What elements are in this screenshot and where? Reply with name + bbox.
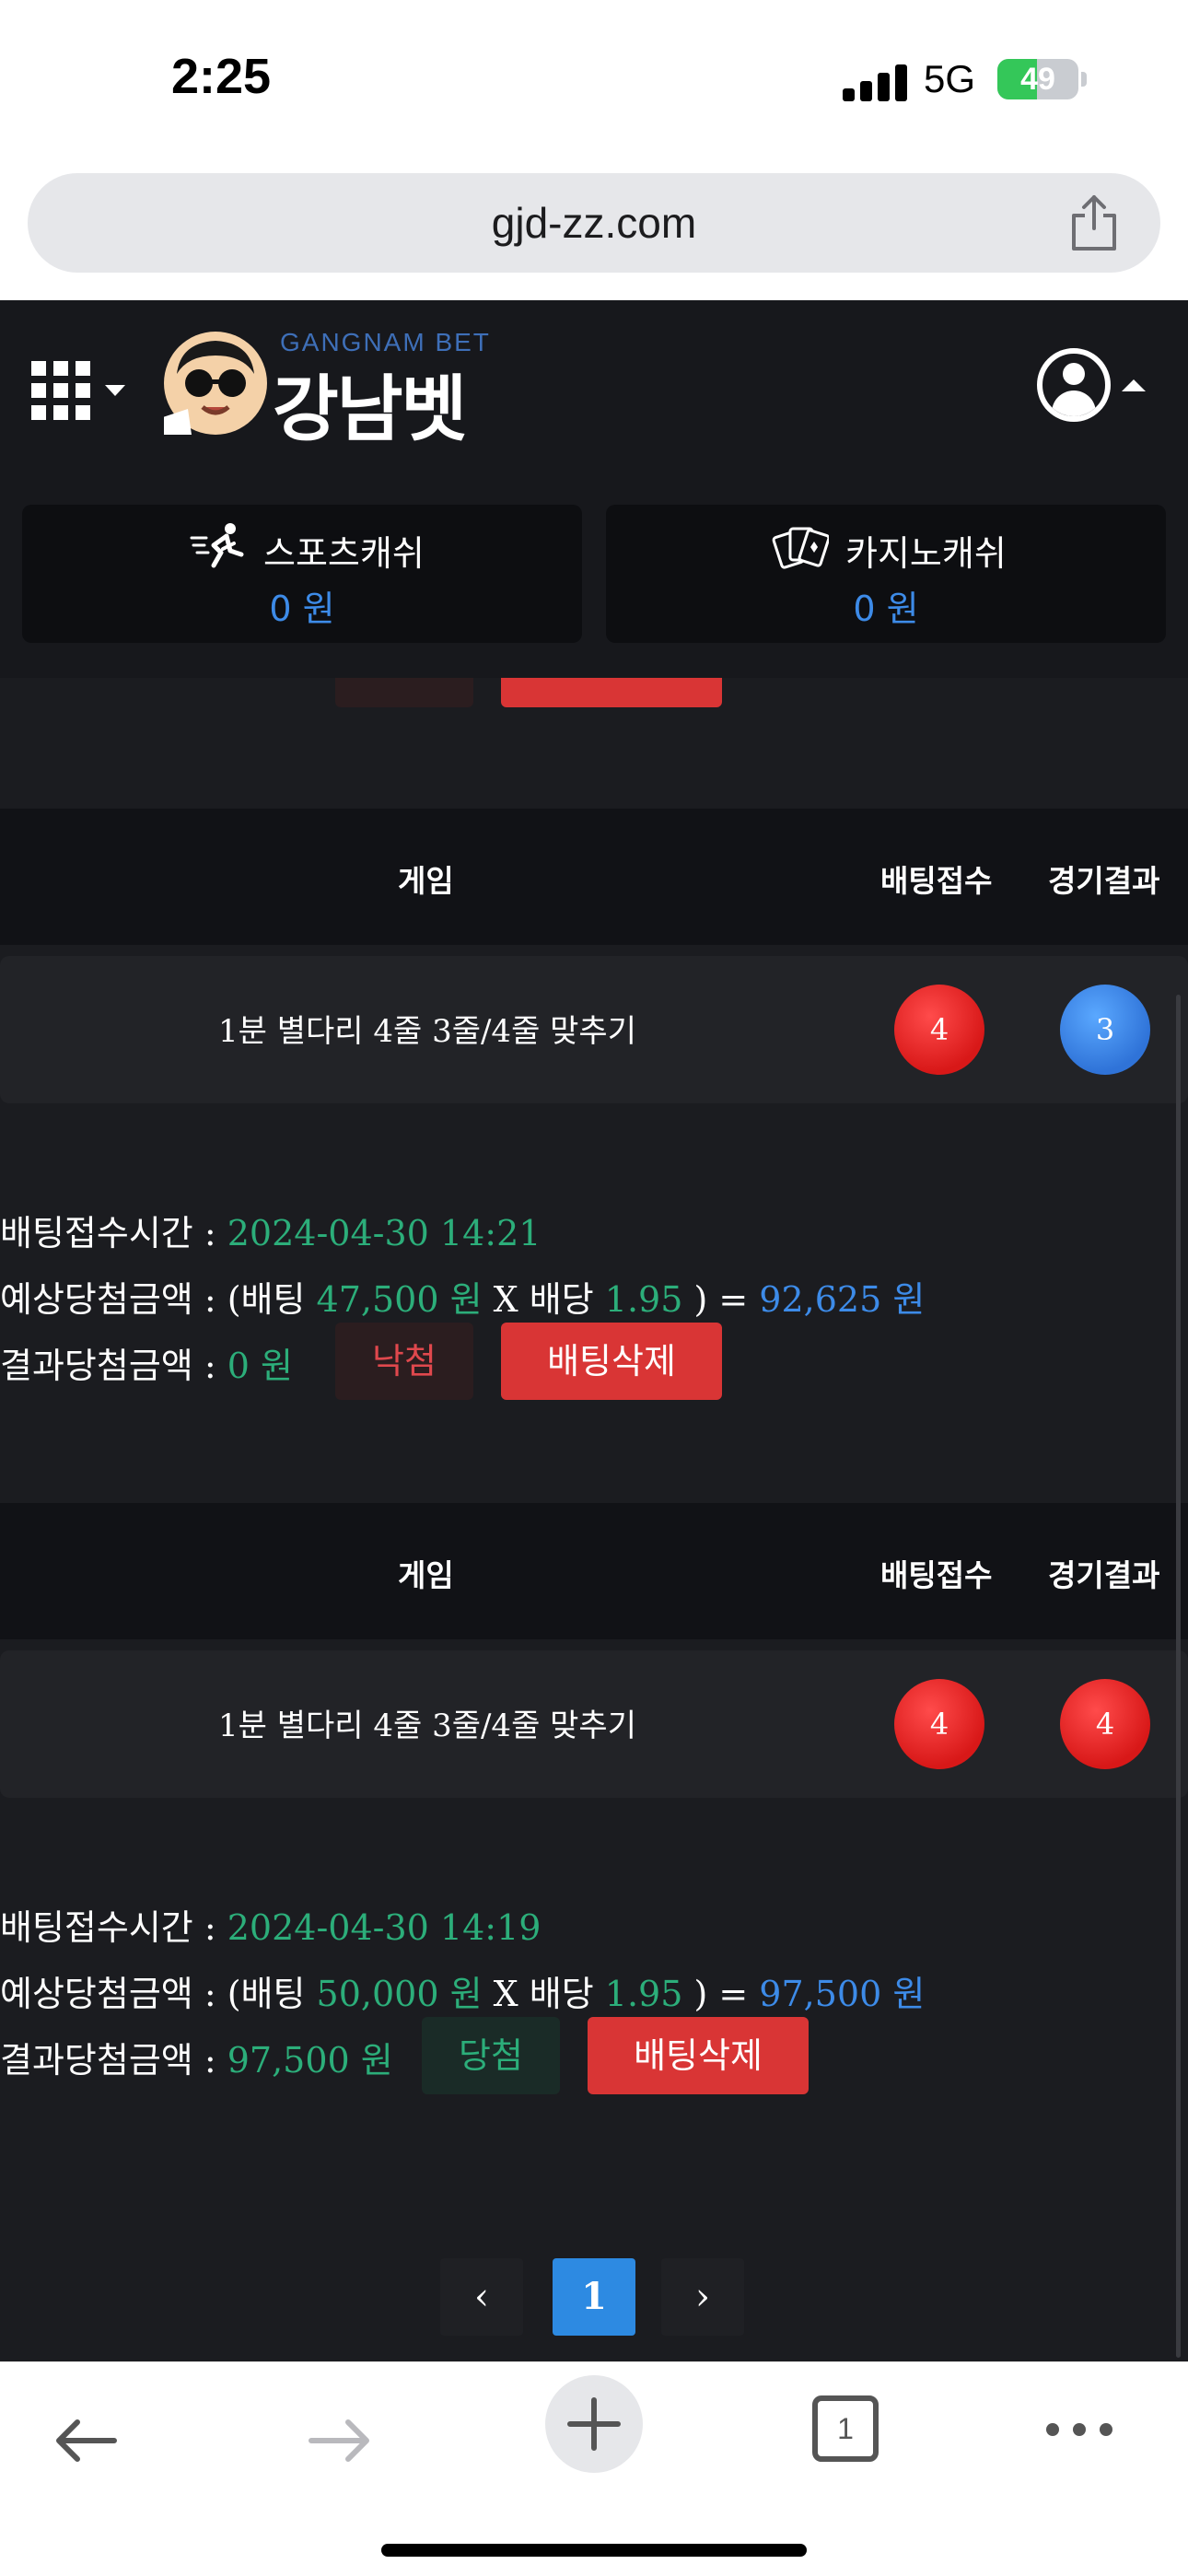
bet-time-label: 배팅접수시간 : [0, 1907, 227, 1948]
url-text[interactable]: gjd-zz.com [28, 173, 1160, 273]
result-amount-line: 결과당첨금액 : 97,500 원 [0, 2032, 393, 2082]
bet-time-label: 배팅접수시간 : [0, 1213, 227, 1253]
casino-cash-card[interactable]: 카지노캐쉬 0 원 [606, 505, 1166, 643]
more-options-icon[interactable] [1046, 2423, 1112, 2436]
forward-arrow-icon[interactable] [308, 2418, 372, 2464]
status-time: 2:25 [171, 49, 272, 104]
chevron-down-icon[interactable] [105, 385, 125, 396]
expected-win-line: 예상당첨금액 : (배팅 47,500 원 X 배당 1.95 ) = 92,6… [0, 1271, 925, 1322]
bet-row: 1분 별다리 4줄 3줄/4줄 맞추기 4 4 [0, 1650, 1188, 1798]
address-bar[interactable]: gjd-zz.com [28, 173, 1160, 273]
logo-title[interactable]: 강남벳 [273, 352, 467, 455]
home-indicator [381, 2544, 807, 2557]
wallet-value: 0 원 [269, 589, 335, 629]
new-tab-button[interactable] [545, 2375, 643, 2473]
scrollbar[interactable] [1176, 995, 1181, 2358]
user-account-icon[interactable] [1037, 348, 1111, 422]
header-bet-received: 배팅접수 [880, 1557, 993, 1593]
expected-win-line: 예상당첨금액 : (배팅 50,000 원 X 배당 1.95 ) = 97,5… [0, 1965, 925, 2016]
battery-cap [1081, 72, 1087, 87]
sports-cash-card[interactable]: 스포츠캐쉬 0 원 [22, 505, 582, 643]
cell-signal-icon [843, 61, 907, 101]
bet-time-value: 2024-04-30 14:19 [227, 1907, 542, 1948]
result-amount-label: 결과당첨금액 : [0, 2040, 227, 2081]
playing-cards-icon [772, 527, 829, 569]
expected-label: 예상당첨금액 : (배팅 [0, 1279, 317, 1320]
bet-row: 1분 별다리 4줄 3줄/4줄 맞추기 4 3 [0, 956, 1188, 1103]
bet-table-header: 게임 배팅접수 경기결과 [0, 809, 1188, 945]
next-page-button[interactable]: › [661, 2258, 744, 2336]
status-badge: 당첨 [422, 2017, 560, 2094]
bet-time-value: 2024-04-30 14:21 [227, 1213, 542, 1253]
result-amount-value: 0 원 [227, 1346, 293, 1386]
network-type: 5G [924, 57, 976, 100]
status-badge: 낙첨 [335, 1323, 473, 1400]
result-ball: 3 [1060, 985, 1150, 1075]
result-amount-value: 97,500 원 [227, 2040, 393, 2081]
chevron-up-icon[interactable] [1122, 379, 1146, 391]
bet-pick-ball: 4 [894, 1679, 984, 1769]
wallet-label: 카지노캐쉬 [845, 533, 1007, 574]
prev-page-button[interactable]: ‹ [440, 2258, 523, 2336]
status-bar: 2:25 5G 49 [0, 0, 1188, 166]
expected-value: 97,500 원 [759, 1974, 926, 2014]
delete-bet-button[interactable]: 배팅삭제 [501, 1323, 722, 1400]
plus-icon [567, 2397, 621, 2451]
share-icon[interactable] [1066, 193, 1122, 252]
game-name: 1분 별다리 4줄 3줄/4줄 맞추기 [217, 1708, 636, 1744]
battery-level: 49 [1020, 62, 1055, 97]
mascot-logo-icon[interactable] [160, 332, 267, 435]
equals-label: ) = [682, 1974, 760, 2014]
equals-label: ) = [682, 1279, 760, 1320]
result-ball: 4 [1060, 1679, 1150, 1769]
bet-time-line: 배팅접수시간 : 2024-04-30 14:19 [0, 1899, 541, 1950]
header-result: 경기결과 [1048, 1557, 1160, 1593]
odds-value: 1.95 [604, 1974, 683, 2014]
previous-bet-peek [0, 678, 1188, 709]
game-name: 1분 별다리 4줄 3줄/4줄 맞추기 [217, 1013, 636, 1050]
page-1-button[interactable]: 1 [553, 2258, 635, 2336]
expected-value: 92,625 원 [759, 1279, 926, 1320]
wallet-label: 스포츠캐쉬 [263, 533, 425, 574]
expected-label: 예상당첨금액 : (배팅 [0, 1974, 317, 2014]
running-person-icon [190, 523, 244, 568]
bet-amount: 50,000 [316, 1974, 439, 2014]
odds-label: X 배당 [482, 1974, 605, 2014]
bet-amount: 47,500 [316, 1279, 439, 1320]
bet-pick-ball: 4 [894, 985, 984, 1075]
won-unit: 원 [438, 1974, 483, 2014]
wallet-value: 0 원 [853, 589, 919, 629]
site-header: GANGNAM BET 강남벳 [0, 300, 1188, 481]
header-result: 경기결과 [1048, 863, 1160, 899]
header-game: 게임 [398, 1557, 454, 1593]
header-game: 게임 [398, 863, 454, 899]
result-amount-label: 결과당첨금액 : [0, 1346, 227, 1386]
battery-icon: 49 [997, 59, 1078, 99]
back-arrow-icon[interactable] [53, 2418, 118, 2464]
delete-bet-button[interactable]: 배팅삭제 [588, 2017, 809, 2094]
tab-switcher-button[interactable]: 1 [812, 2395, 879, 2462]
odds-label: X 배당 [482, 1279, 605, 1320]
result-amount-line: 결과당첨금액 : 0 원 [0, 1337, 293, 1388]
header-bet-received: 배팅접수 [880, 863, 993, 899]
bet-table-header: 게임 배팅접수 경기결과 [0, 1503, 1188, 1639]
grid-menu-icon[interactable] [31, 361, 90, 420]
won-unit: 원 [438, 1279, 483, 1320]
odds-value: 1.95 [604, 1279, 683, 1320]
bet-time-line: 배팅접수시간 : 2024-04-30 14:21 [0, 1205, 541, 1255]
